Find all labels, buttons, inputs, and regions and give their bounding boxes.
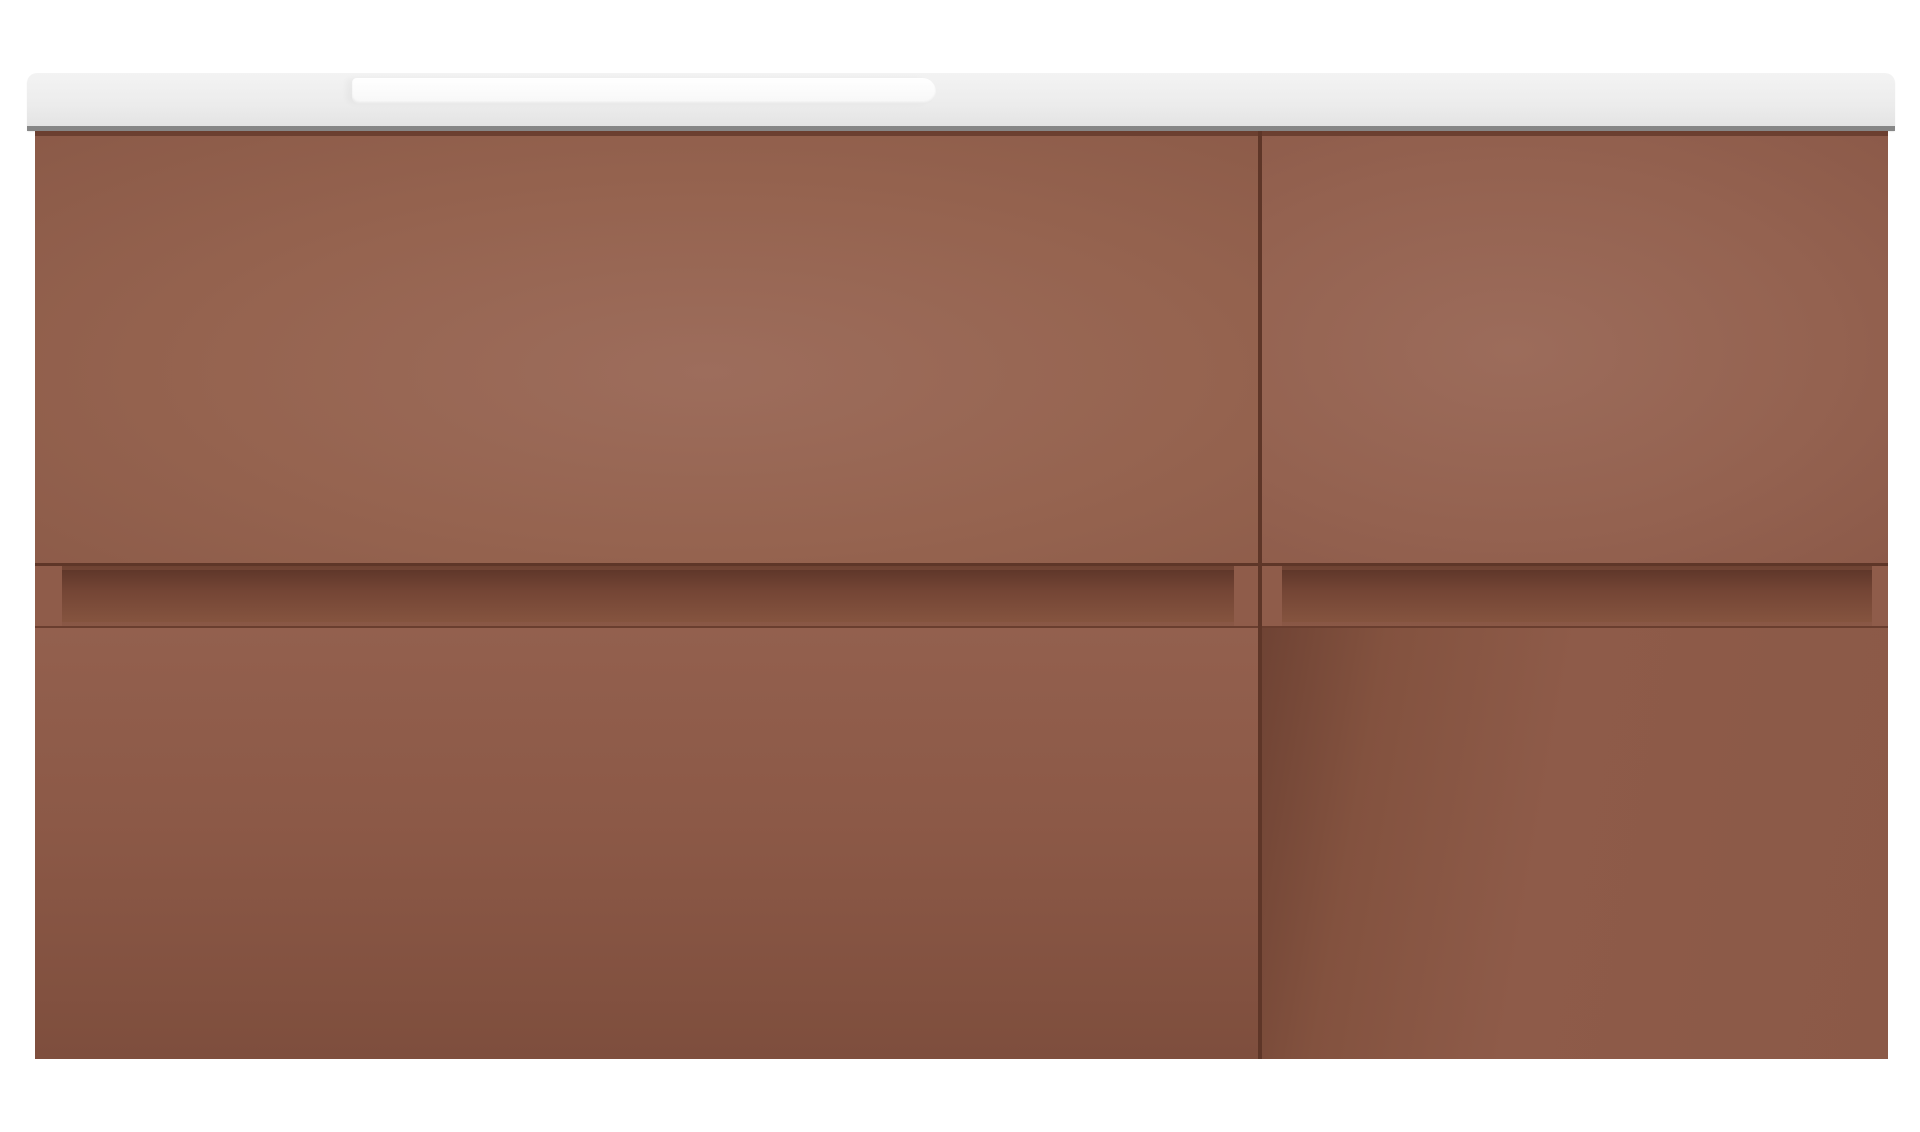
- recess-cap: [1262, 565, 1282, 627]
- countertop: [27, 73, 1895, 131]
- drawer-top-left: [35, 136, 1258, 565]
- recess-cap: [35, 565, 62, 627]
- handle-groove-right: [1282, 570, 1872, 622]
- handle-groove-left: [62, 570, 1234, 622]
- cabinet-top-seam: [35, 131, 1888, 136]
- sink-basin: [352, 78, 936, 104]
- center-seam: [1258, 131, 1262, 1059]
- vanity-photo: [0, 0, 1920, 1132]
- drawer-bottom-right: [1262, 627, 1888, 1059]
- drawer-seam: [35, 626, 1888, 628]
- drawer-seam: [35, 563, 1888, 566]
- drawer-bottom-left: [35, 627, 1258, 1059]
- recess-cap: [1872, 565, 1888, 627]
- drawer-top-right: [1262, 136, 1888, 565]
- recess-cap: [1234, 565, 1258, 627]
